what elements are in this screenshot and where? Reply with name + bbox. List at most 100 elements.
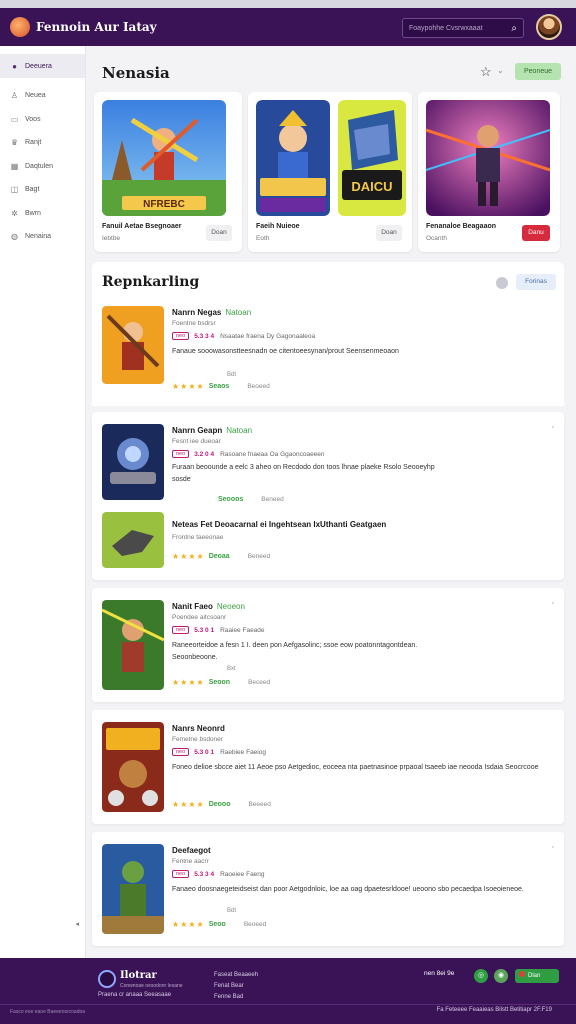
sidebar-item-ranking[interactable]: ♛ Ranjt <box>0 131 85 155</box>
search-input[interactable]: Foaypohhe Cvsrwxaaat ⌕ <box>402 18 524 38</box>
sidebar-item-label: Neuea <box>25 92 46 100</box>
featured-card[interactable]: Fenanaloe Beagaaon Ocanth Danu <box>418 92 560 252</box>
entry-rating-link[interactable]: Beneed <box>261 496 283 503</box>
game-thumbnail <box>102 512 164 568</box>
game-thumbnail <box>102 600 164 690</box>
list-item[interactable]: Deefaegot Fentne aacrr neo 5.3 3 4 Raoeiee… <box>92 832 564 946</box>
sidebar-item-settings[interactable]: ✲ Bwrn <box>0 202 85 226</box>
featured-action-button[interactable]: Doan <box>206 225 232 241</box>
entry-rating-link[interactable]: Beeeed <box>248 801 270 808</box>
entry-rating: ★★★★ Deooo Beeeed <box>172 800 271 809</box>
featured-title: Fanuil Aetae Bsegnoaer <box>102 223 182 230</box>
social-icon[interactable]: ◉ <box>494 969 508 983</box>
footer-links: Faseat Beaaeeh Fenat Bear Fenne Bad <box>214 970 258 1003</box>
list-item[interactable]: Nanrs Neonrd Femetne bsdoner neo 5.3 0 1R… <box>92 710 564 824</box>
entry-tag: Natoan <box>226 426 253 435</box>
share-icon[interactable]: ◦ <box>552 844 554 851</box>
entry-rating: ★★★★ Deoaa Beneed <box>172 552 271 561</box>
sidebar-item-bag[interactable]: ◫ Bagt <box>0 178 85 202</box>
list-item[interactable]: Nanit Faeo Neoeon Poendee aitcsoanr neo 5.… <box>92 588 564 702</box>
search-icon[interactable]: ⌕ <box>511 23 517 34</box>
user-avatar[interactable] <box>536 14 562 40</box>
favorite-star-icon[interactable]: ☆ <box>480 64 492 80</box>
trophy-icon: ♛ <box>10 138 19 148</box>
footer-cta-button[interactable]: Dlan <box>515 969 559 983</box>
sidebar-item-label: Bwrn <box>25 209 41 217</box>
app-title: Fennoin Aur Iatay <box>36 20 157 34</box>
featured-card[interactable]: NFREBC Fanuil Aetae Bsegnoaer Iebtbe Doa… <box>94 92 242 252</box>
list-item[interactable]: Nanrn Geapn Natoan Fesnt iee dueoar neo 3.… <box>92 412 564 580</box>
entry-small-note: Bdt <box>227 372 237 378</box>
sidebar-item-people[interactable]: ♙ Neuea <box>0 84 85 108</box>
sidebar-item-label: Ranjt <box>25 139 42 147</box>
person-icon: ♙ <box>10 91 19 101</box>
footer-social-label: nen 8ei 9e <box>424 970 455 977</box>
video-icon: ▭ <box>10 114 19 124</box>
star-rating-icon: ★★★★ <box>172 382 205 391</box>
footer-link[interactable]: Fenne Bad <box>214 992 258 1003</box>
footer-legal: Fasco eoe eaoe Baeeeosrcoadoa <box>10 1009 86 1015</box>
game-thumbnail <box>102 844 164 934</box>
sidebar-item-videos[interactable]: ▭ Voos <box>0 108 85 132</box>
featured-games: NFREBC Fanuil Aetae Bsegnoaer Iebtbe Doa… <box>94 92 560 252</box>
game-artwork <box>426 100 550 216</box>
ranking-filter-button[interactable]: Forinas <box>516 274 556 290</box>
entry-rating-link[interactable]: Beceed <box>248 679 270 686</box>
share-icon[interactable]: ◦ <box>552 424 554 431</box>
entry-rating: ★★★★ Seoo Beoeed <box>172 920 267 929</box>
footer-copy: Praena cr anaaa Seeasaae <box>98 992 172 998</box>
entry-title: Neteas Fet Deoacarnal ei Ingehtsean IxUt… <box>172 520 387 529</box>
game-thumbnail <box>102 306 164 384</box>
entry-meta: neo 5.3 0 1 Raebiee Faeiog <box>172 748 266 756</box>
star-rating-icon: ★★★★ <box>172 552 205 561</box>
entry-score: 5.3 3 4 <box>194 870 215 878</box>
entry-description: Fanaeo doosnaegeteidseist dan poor Aetgo… <box>172 886 524 893</box>
record-icon <box>519 971 525 977</box>
footer-logo[interactable] <box>98 970 116 988</box>
entry-score: 5.3 0 1 <box>194 748 215 756</box>
chevron-down-icon[interactable]: ⌄ <box>497 66 504 75</box>
entry-meta: neo 5.3 3 4 Raoeiee Faeng <box>172 870 265 878</box>
sidebar-item-label: Daqtulen <box>25 162 54 170</box>
entry-description: Fanaue sooowasonstteesnadn oe citentoees… <box>172 348 399 355</box>
entry-description: Raneeorteidoe a fesn 1 I. deen pon Aefga… <box>172 642 418 661</box>
sidebar-item-home[interactable]: ● Deeuera <box>0 54 85 78</box>
game-thumbnail <box>102 722 164 812</box>
featured-action-button[interactable]: Danu <box>522 225 550 241</box>
featured-card[interactable]: DAICU Faeih Nuieoe Eoth Doan <box>248 92 412 252</box>
entry-meta: neo 5.3 0 1 Raaiee Faeade <box>172 626 265 634</box>
footer-link[interactable]: Fenat Bear <box>214 981 258 992</box>
gear-icon: ✲ <box>11 208 18 218</box>
share-icon[interactable]: ◦ <box>552 600 554 607</box>
collapse-sidebar-icon[interactable]: ◂ <box>75 920 79 928</box>
app-logo[interactable] <box>10 17 30 37</box>
browser-chrome <box>0 0 576 8</box>
entry-subtitle: Poendee aitcsoanr <box>172 614 227 621</box>
footer-link[interactable]: Faseat Beaaeeh <box>214 970 258 981</box>
entry-small-note: Bdt <box>227 908 237 914</box>
featured-title: Faeih Nuieoe <box>256 223 300 230</box>
entry-title: Nanrn Geapn Natoan <box>172 426 253 435</box>
star-rating-icon: ★★★★ <box>172 678 205 687</box>
search-placeholder: Foaypohhe Cvsrwxaaat <box>409 24 483 32</box>
entry-title: Nanrs Neonrd <box>172 724 225 733</box>
entry-rating-link[interactable]: Beoeed <box>244 921 266 928</box>
sidebar-item-globe[interactable]: ◍ Nenaina <box>0 225 85 249</box>
entry-rating-link[interactable]: Beneed <box>248 553 270 560</box>
entry-rating-link[interactable]: Beoeed <box>247 383 269 390</box>
primary-button[interactable]: Peoneue <box>515 63 561 80</box>
featured-subtitle: Ocanth <box>426 235 447 242</box>
entry-subtitle: Fentne aacrr <box>172 858 209 865</box>
svg-text:DAICU: DAICU <box>351 179 392 194</box>
entry-score: 5.3 0 1 <box>194 626 215 634</box>
sidebar-item-label: Deeuera <box>25 62 52 70</box>
ranking-header: Repnkarling Forinas Nanrn Negas Natoan Fo… <box>92 262 564 406</box>
ranking-avatar-icon[interactable] <box>496 277 508 289</box>
sidebar-item-calendar[interactable]: ▦ Daqtulen <box>0 155 85 179</box>
featured-action-button[interactable]: Doan <box>376 225 402 241</box>
entry-meta: neo 3.2 0 4 Rasoane fnaeaa Oa Ggaoncoaeeen <box>172 450 325 458</box>
game-thumbnail <box>102 424 164 500</box>
entry-subtitle: Fesnt iee dueoar <box>172 438 221 445</box>
globe-icon: ◍ <box>11 232 18 242</box>
social-icon[interactable]: ◎ <box>474 969 488 983</box>
